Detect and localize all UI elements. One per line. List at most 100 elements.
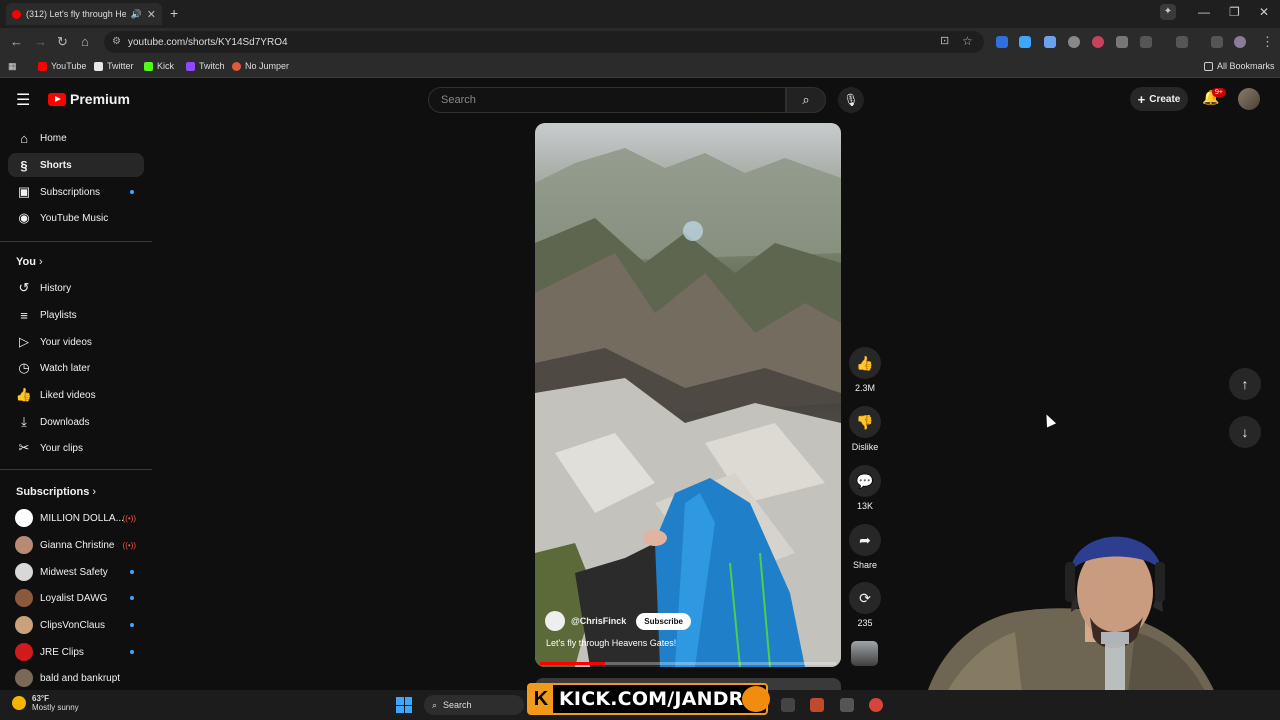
channel-info[interactable]: @ChrisFinck Subscribe	[545, 611, 691, 631]
subscription-channel[interactable]: Loyalist DAWG	[8, 586, 144, 610]
create-button[interactable]: + Create	[1130, 87, 1188, 111]
extensions-puzzle-icon[interactable]	[1140, 36, 1152, 48]
weather-condition: Mostly sunny	[32, 703, 79, 712]
sidebar-item-your-clips[interactable]: ✂ Your clips	[8, 436, 144, 460]
app-icon[interactable]	[810, 698, 824, 712]
browser-toolbar: ← → ↻ ⌂ ⚙ youtube.com/shorts/KY14Sd7YRO4…	[0, 28, 1280, 56]
close-tab-icon[interactable]: ✕	[147, 8, 156, 21]
bookmark-star-icon[interactable]: ☆	[962, 34, 973, 48]
bookmark-twitch[interactable]: Twitch	[186, 61, 225, 71]
subscription-channel[interactable]: Midwest Safety	[8, 560, 144, 584]
subscription-channel[interactable]: ClipsVonClaus	[8, 613, 144, 637]
apps-grid-icon[interactable]: ▦	[8, 61, 17, 72]
address-bar[interactable]: ⚙ youtube.com/shorts/KY14Sd7YRO4	[104, 31, 984, 53]
sidebar-item-downloads[interactable]: ⤓ Downloads	[8, 410, 144, 434]
subscriptions-section-heading[interactable]: Subscriptions ›	[16, 486, 96, 498]
more-menu-icon[interactable]: ⋮	[1261, 34, 1274, 50]
media-icon[interactable]	[1211, 36, 1223, 48]
extension-icon[interactable]	[1092, 36, 1104, 48]
avatar[interactable]	[1238, 88, 1260, 110]
taskbar-search-label: Search	[443, 700, 472, 710]
tab-title: (312) Let's fly through Hea	[26, 9, 126, 19]
share-label: Share	[852, 560, 878, 570]
all-bookmarks[interactable]: All Bookmarks	[1204, 61, 1275, 71]
sidebar-item-playlists[interactable]: ≡ Playlists	[8, 303, 144, 327]
you-section-heading[interactable]: You ›	[16, 256, 43, 268]
extension-icon[interactable]	[1116, 36, 1128, 48]
search-button[interactable]: ⌕	[786, 87, 826, 113]
like-button[interactable]: 👍 2.3M	[848, 347, 882, 393]
sidebar-item-your-videos[interactable]: ▷ Your videos	[8, 330, 144, 354]
short-video-player[interactable]	[535, 123, 841, 667]
site-info-icon[interactable]: ⚙	[112, 36, 121, 47]
forward-icon[interactable]: →	[34, 34, 47, 49]
subscription-channel[interactable]: MILLION DOLLA... ((•))	[8, 506, 144, 530]
audio-track-thumbnail[interactable]	[851, 641, 878, 666]
app-icon[interactable]	[781, 698, 795, 712]
audio-icon[interactable]: 🔊	[131, 9, 142, 20]
youtube-icon	[38, 61, 47, 71]
side-panel-icon[interactable]	[1176, 36, 1188, 48]
sidebar-item-home[interactable]: ⌂ Home	[8, 126, 144, 150]
sidebar-item-label: Home	[40, 132, 67, 144]
voice-search-button[interactable]: 🎙	[838, 87, 864, 113]
sidebar-item-history[interactable]: ↺ History	[8, 276, 144, 300]
arrow-down-icon: ↓	[1241, 424, 1249, 440]
dislike-button[interactable]: 👎 Dislike	[848, 406, 882, 452]
folder-icon	[1204, 61, 1213, 71]
sidebar-item-watch-later[interactable]: ◷ Watch later	[8, 356, 144, 380]
channel-avatar[interactable]	[545, 611, 565, 631]
chrome-icon[interactable]	[869, 698, 883, 712]
sidebar-item-liked-videos[interactable]: 👍 Liked videos	[8, 383, 144, 407]
next-short-button[interactable]: ↓	[1229, 416, 1261, 448]
app-icon[interactable]	[840, 698, 854, 712]
weather-widget[interactable]: 63°F Mostly sunny	[12, 694, 79, 712]
remix-button[interactable]: ⟳ 235	[848, 582, 882, 628]
back-icon[interactable]: ←	[10, 34, 23, 49]
windows-start-icon[interactable]	[396, 697, 412, 713]
youtube-logo[interactable]: Premium	[48, 91, 130, 107]
sidebar: ⌂ Home § Shorts ▣ Subscriptions ◉ YouTube Mu…	[0, 124, 152, 690]
new-tab-icon[interactable]: +	[170, 5, 178, 21]
maximize-icon[interactable]: ❐	[1229, 5, 1240, 19]
subscription-channel[interactable]: JRE Clips	[8, 640, 144, 664]
ai-sparkle-icon[interactable]: ✦	[1160, 4, 1176, 20]
home-browser-icon[interactable]: ⌂	[81, 34, 89, 49]
share-button[interactable]: ➦ Share	[848, 524, 882, 570]
new-content-dot	[130, 596, 134, 600]
bookmark-no-jumper[interactable]: No Jumper	[232, 61, 289, 71]
short-caption[interactable]: Let's fly through Heavens Gates!	[546, 638, 676, 648]
new-content-dot	[130, 570, 134, 574]
pumpkin-icon	[742, 686, 770, 712]
channel-handle[interactable]: @ChrisFinck	[571, 616, 626, 626]
previous-short-button[interactable]: ↑	[1229, 368, 1261, 400]
like-icon: 👍	[849, 347, 881, 379]
video-progress-bar[interactable]	[540, 662, 836, 665]
bookmark-kick[interactable]: Kick	[144, 61, 174, 71]
minimize-icon[interactable]: —	[1198, 5, 1210, 19]
extension-icon[interactable]	[1019, 36, 1031, 48]
close-window-icon[interactable]: ✕	[1259, 5, 1269, 19]
bookmark-twitter[interactable]: Twitter	[94, 61, 134, 71]
sidebar-item-youtube-music[interactable]: ◉ YouTube Music	[8, 206, 144, 230]
subscribe-button[interactable]: Subscribe	[636, 612, 691, 630]
subscription-channel[interactable]: Gianna Christine ((•))	[8, 533, 144, 557]
profile-icon[interactable]	[1234, 36, 1246, 48]
search-input[interactable]: Search	[428, 87, 786, 113]
sidebar-item-subscriptions[interactable]: ▣ Subscriptions	[8, 180, 144, 204]
channel-name: Loyalist DAWG	[40, 592, 108, 604]
extension-icon[interactable]	[1044, 36, 1056, 48]
dislike-label: Dislike	[851, 442, 879, 452]
bookmark-youtube[interactable]: YouTube	[38, 61, 86, 71]
reload-icon[interactable]: ↻	[57, 34, 68, 50]
subscription-channel[interactable]: bald and bankrupt	[8, 666, 144, 690]
comments-button[interactable]: 💬 13K	[848, 465, 882, 511]
sidebar-item-label: YouTube Music	[40, 212, 109, 224]
extension-icon[interactable]	[996, 36, 1008, 48]
sidebar-item-shorts[interactable]: § Shorts	[8, 153, 144, 177]
install-icon[interactable]: ⊡	[940, 34, 949, 47]
taskbar-search[interactable]: ⌕ Search	[424, 695, 524, 715]
browser-tab[interactable]: (312) Let's fly through Hea 🔊 ✕	[6, 3, 162, 25]
extension-icon[interactable]	[1068, 36, 1080, 48]
hamburger-menu-icon[interactable]: ☰	[16, 90, 30, 110]
